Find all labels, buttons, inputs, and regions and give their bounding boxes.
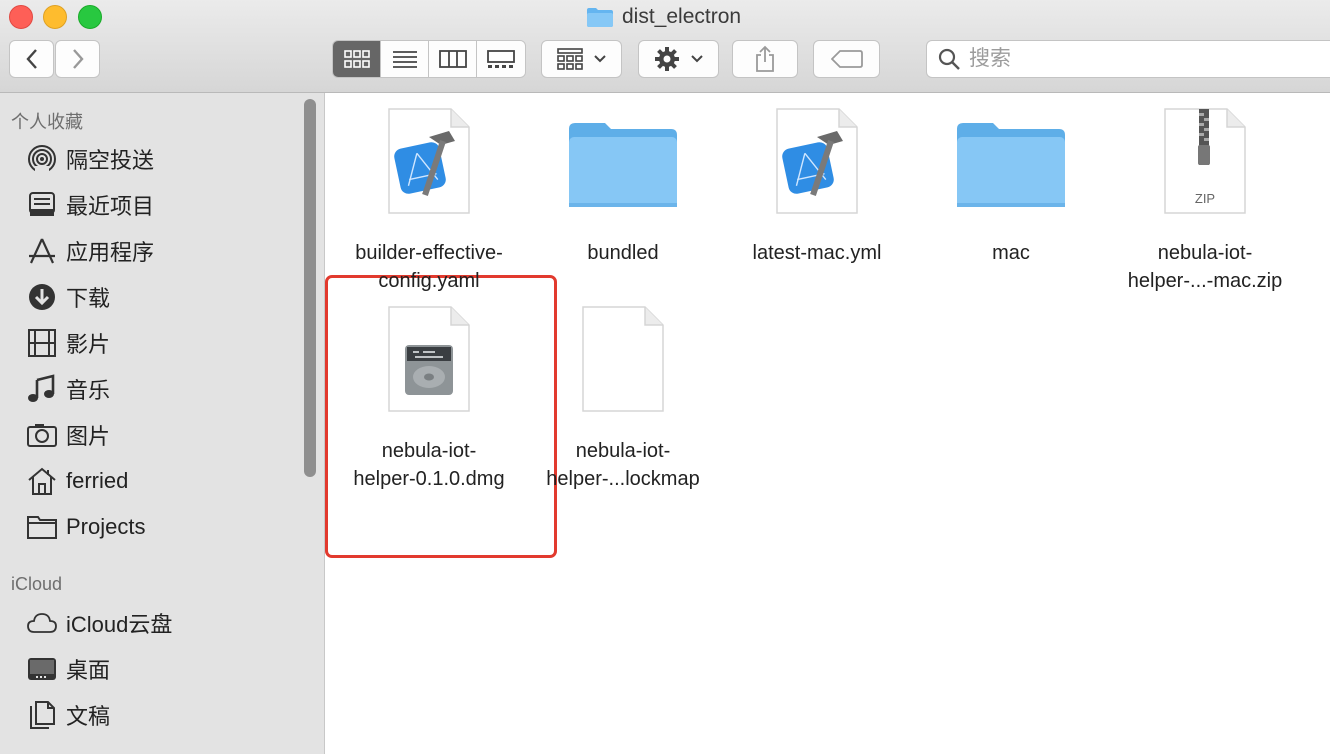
blank-document-icon — [582, 306, 664, 412]
file-name: nebula-iot- helper-...lockmap — [546, 440, 700, 490]
chevron-left-icon — [25, 49, 37, 69]
sidebar-item-label: 最近项目 — [66, 194, 155, 219]
music-icon — [28, 374, 55, 402]
zip-badge: ZIP — [1195, 191, 1215, 206]
list-view-button[interactable] — [381, 41, 429, 77]
back-button[interactable] — [9, 40, 54, 78]
sidebar-item-label: iCloud云盘 — [66, 612, 173, 637]
sidebar-item-label: 图片 — [66, 424, 111, 449]
cloud-icon — [27, 613, 57, 633]
sidebar-item-home[interactable]: ferried — [26, 464, 128, 498]
file-name: builder-effective- config.yaml — [355, 242, 503, 292]
share-button[interactable] — [732, 40, 798, 78]
sidebar-item-label: Projects — [66, 514, 146, 539]
view-mode-control — [332, 40, 526, 78]
columns-icon — [438, 50, 467, 68]
chevron-down-icon — [690, 55, 703, 63]
chevron-right-icon — [72, 49, 84, 69]
gallery-view-button[interactable] — [477, 41, 525, 77]
icon-view-button[interactable] — [333, 41, 381, 77]
sidebar-item-documents[interactable]: 文稿 — [26, 698, 110, 732]
search-input[interactable] — [967, 46, 1311, 72]
window-title: dist_electron — [586, 4, 741, 30]
list-icon — [392, 51, 417, 68]
file-item[interactable]: latest-mac.yml — [722, 107, 912, 267]
xcode-document-icon — [388, 108, 470, 214]
sidebar-item-icloud-drive[interactable]: iCloud云盘 — [26, 606, 172, 640]
grid-icon — [343, 50, 370, 68]
gear-icon — [654, 47, 679, 71]
sidebar-item-recents[interactable]: 最近项目 — [26, 188, 154, 222]
sidebar-item-desktop[interactable]: 桌面 — [26, 652, 110, 686]
sidebar-item-pictures[interactable]: 图片 — [26, 418, 110, 452]
airdrop-icon — [28, 145, 56, 174]
desktop-icon — [28, 658, 56, 680]
group-by-button[interactable] — [541, 40, 622, 78]
sidebar-item-downloads[interactable]: 下载 — [26, 280, 110, 314]
disk-image-icon — [388, 306, 470, 412]
file-name: latest-mac.yml — [752, 242, 882, 264]
folder-icon — [587, 8, 613, 27]
share-icon — [756, 45, 774, 72]
sidebar-scrollbar[interactable] — [304, 99, 316, 477]
file-name: nebula-iot- helper-...-mac.zip — [1127, 242, 1283, 292]
column-view-button[interactable] — [429, 41, 477, 77]
recents-icon — [29, 192, 55, 216]
tags-button[interactable] — [813, 40, 880, 78]
folder-icon — [27, 516, 57, 539]
pictures-icon — [27, 424, 57, 447]
group-icon — [556, 48, 583, 70]
zoom-window-button[interactable] — [78, 5, 102, 29]
close-window-button[interactable] — [9, 5, 33, 29]
minimize-window-button[interactable] — [43, 5, 67, 29]
movies-icon — [28, 329, 56, 357]
sidebar-item-music[interactable]: 音乐 — [26, 372, 110, 406]
gallery-icon — [487, 50, 515, 68]
applications-icon — [29, 238, 55, 264]
file-item[interactable]: ZIP nebula-iot- helper-...-mac.zip — [1110, 107, 1300, 295]
home-icon — [28, 467, 56, 495]
sidebar-item-projects[interactable]: Projects — [26, 510, 145, 544]
file-item[interactable]: builder-effective- config.yaml — [334, 107, 524, 295]
folder-icon — [569, 123, 677, 207]
sidebar-item-label: ferried — [66, 468, 129, 493]
sidebar-item-label: 影片 — [66, 332, 111, 357]
downloads-icon — [29, 284, 55, 310]
folder-icon — [957, 123, 1065, 207]
sidebar-item-label: 音乐 — [66, 378, 111, 403]
sidebar-item-label: 文稿 — [66, 704, 111, 729]
sidebar-item-label: 应用程序 — [66, 240, 155, 265]
sidebar-item-movies[interactable]: 影片 — [26, 326, 110, 360]
file-browser: builder-effective- config.yaml bundled l… — [325, 93, 1330, 754]
chevron-down-icon — [593, 55, 606, 63]
xcode-document-icon — [776, 108, 858, 214]
sidebar-item-label: 桌面 — [66, 658, 111, 683]
sidebar-item-airdrop[interactable]: 隔空投送 — [26, 142, 154, 176]
search-field[interactable] — [926, 40, 1330, 78]
documents-icon — [30, 701, 55, 729]
icloud-section-title: iCloud — [11, 574, 63, 594]
file-name: mac — [992, 242, 1030, 264]
file-name: nebula-iot- helper-0.1.0.dmg — [353, 440, 505, 490]
file-name: bundled — [587, 242, 659, 264]
zip-archive-icon: ZIP — [1164, 108, 1246, 214]
file-item[interactable]: bundled — [528, 107, 718, 267]
tag-icon — [830, 50, 863, 68]
search-icon — [938, 48, 960, 70]
file-item[interactable]: mac — [916, 107, 1106, 267]
forward-button[interactable] — [55, 40, 100, 78]
window-toolbar: dist_electron — [0, 0, 1330, 93]
sidebar: 个人收藏 隔空投送 最近项目 应用程序 下载 影片 音乐 图片 ferried … — [0, 93, 325, 754]
sidebar-item-applications[interactable]: 应用程序 — [26, 234, 154, 268]
sidebar-item-label: 隔空投送 — [66, 148, 155, 173]
window-title-text: dist_electron — [622, 5, 742, 28]
favorites-section-title: 个人收藏 — [11, 112, 83, 132]
file-item[interactable]: nebula-iot- helper-...lockmap — [528, 305, 718, 493]
action-menu-button[interactable] — [638, 40, 719, 78]
sidebar-item-label: 下载 — [66, 286, 111, 311]
file-item-selected[interactable]: nebula-iot- helper-0.1.0.dmg — [334, 305, 524, 493]
